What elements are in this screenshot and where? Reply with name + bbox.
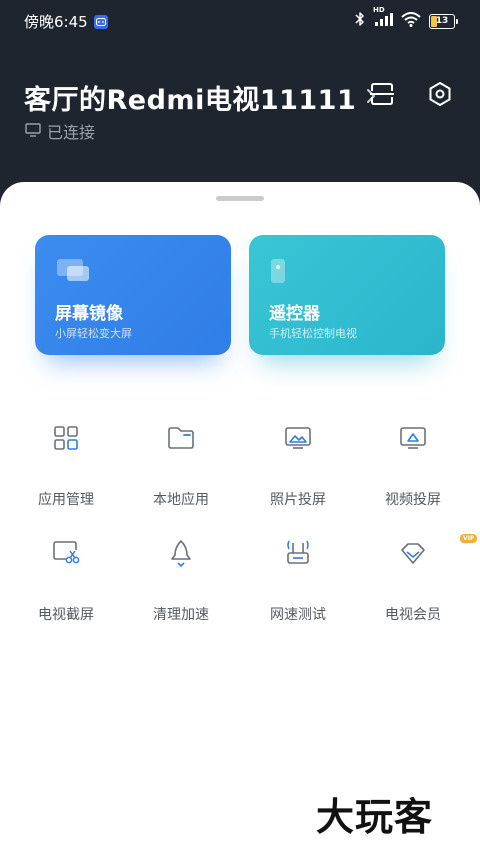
grid-item-local-apps[interactable]: 本地应用 — [126, 423, 236, 509]
grid-label: 电视会员 — [385, 607, 441, 623]
battery-icon: 13 — [429, 13, 458, 29]
card-title: 屏幕镜像 — [55, 304, 123, 324]
grid-item-tv-screenshot[interactable]: 电视截屏 — [11, 538, 121, 624]
game-notification-icon — [93, 14, 108, 29]
connection-status: 已连接 — [25, 119, 95, 143]
grid-label: 视频投屏 — [385, 492, 441, 508]
screen-mirror-icon — [55, 257, 91, 287]
vip-badge: VIP — [460, 534, 478, 543]
vip-diamond-icon: VIP — [398, 534, 478, 568]
grid-label: 清理加速 — [153, 607, 209, 623]
status-time: 傍晚6:45 — [24, 13, 88, 31]
connection-label: 已连接 — [47, 123, 96, 142]
remote-control-card[interactable]: 遥控器 手机轻松控制电视 — [249, 235, 445, 355]
status-left: 傍晚6:45 — [24, 11, 108, 32]
cellular-signal-icon: HD — [373, 6, 393, 30]
rocket-icon — [166, 538, 196, 568]
bluetooth-icon — [355, 11, 365, 31]
grid-label: 电视截屏 — [38, 607, 94, 623]
card-title: 遥控器 — [269, 304, 320, 324]
grid-label: 照片投屏 — [270, 492, 326, 508]
grid-item-photo-cast[interactable]: 照片投屏 — [243, 423, 353, 509]
grid-item-cleanup[interactable]: 清理加速 — [126, 538, 236, 624]
grid-label: 应用管理 — [38, 492, 94, 508]
wifi-icon — [401, 11, 421, 31]
apps-grid-icon — [51, 423, 81, 453]
scan-icon — [369, 82, 395, 110]
grid-item-app-management[interactable]: 应用管理 — [11, 423, 121, 509]
grid-item-speed-test[interactable]: 网速测试 — [243, 538, 353, 624]
video-cast-icon — [398, 423, 428, 453]
grid-label: 网速测试 — [270, 607, 326, 623]
main-sheet: 屏幕镜像 小屏轻松变大屏 遥控器 手机轻松控制电视 应用管理 本地应用 照片投屏… — [0, 182, 480, 853]
status-right: HD 13 — [355, 6, 458, 31]
monitor-icon — [25, 122, 41, 141]
screenshot-icon — [51, 538, 81, 568]
status-bar: 傍晚6:45 HD 13 — [0, 0, 480, 40]
folder-icon — [166, 423, 196, 453]
settings-button[interactable] — [426, 82, 454, 110]
device-selector[interactable]: 客厅的Redmi电视11111 — [24, 78, 376, 117]
remote-control-icon — [269, 257, 289, 291]
device-name: 客厅的Redmi电视11111 — [24, 85, 357, 116]
grid-item-tv-membership[interactable]: VIP 电视会员 — [358, 534, 478, 624]
grid-item-video-cast[interactable]: 视频投屏 — [358, 423, 468, 509]
scan-button[interactable] — [368, 82, 396, 110]
battery-level: 13 — [435, 16, 449, 26]
screen-mirror-card[interactable]: 屏幕镜像 小屏轻松变大屏 — [35, 235, 231, 355]
watermark: 大玩客 — [316, 795, 434, 839]
card-subtitle: 小屏轻松变大屏 — [55, 327, 132, 340]
sheet-drag-handle[interactable] — [216, 196, 264, 201]
network-hd-label: HD — [373, 6, 385, 14]
router-icon — [283, 538, 313, 568]
photo-cast-icon — [283, 423, 313, 453]
card-subtitle: 手机轻松控制电视 — [269, 327, 357, 340]
settings-hexagon-icon — [427, 81, 453, 111]
grid-label: 本地应用 — [153, 492, 209, 508]
